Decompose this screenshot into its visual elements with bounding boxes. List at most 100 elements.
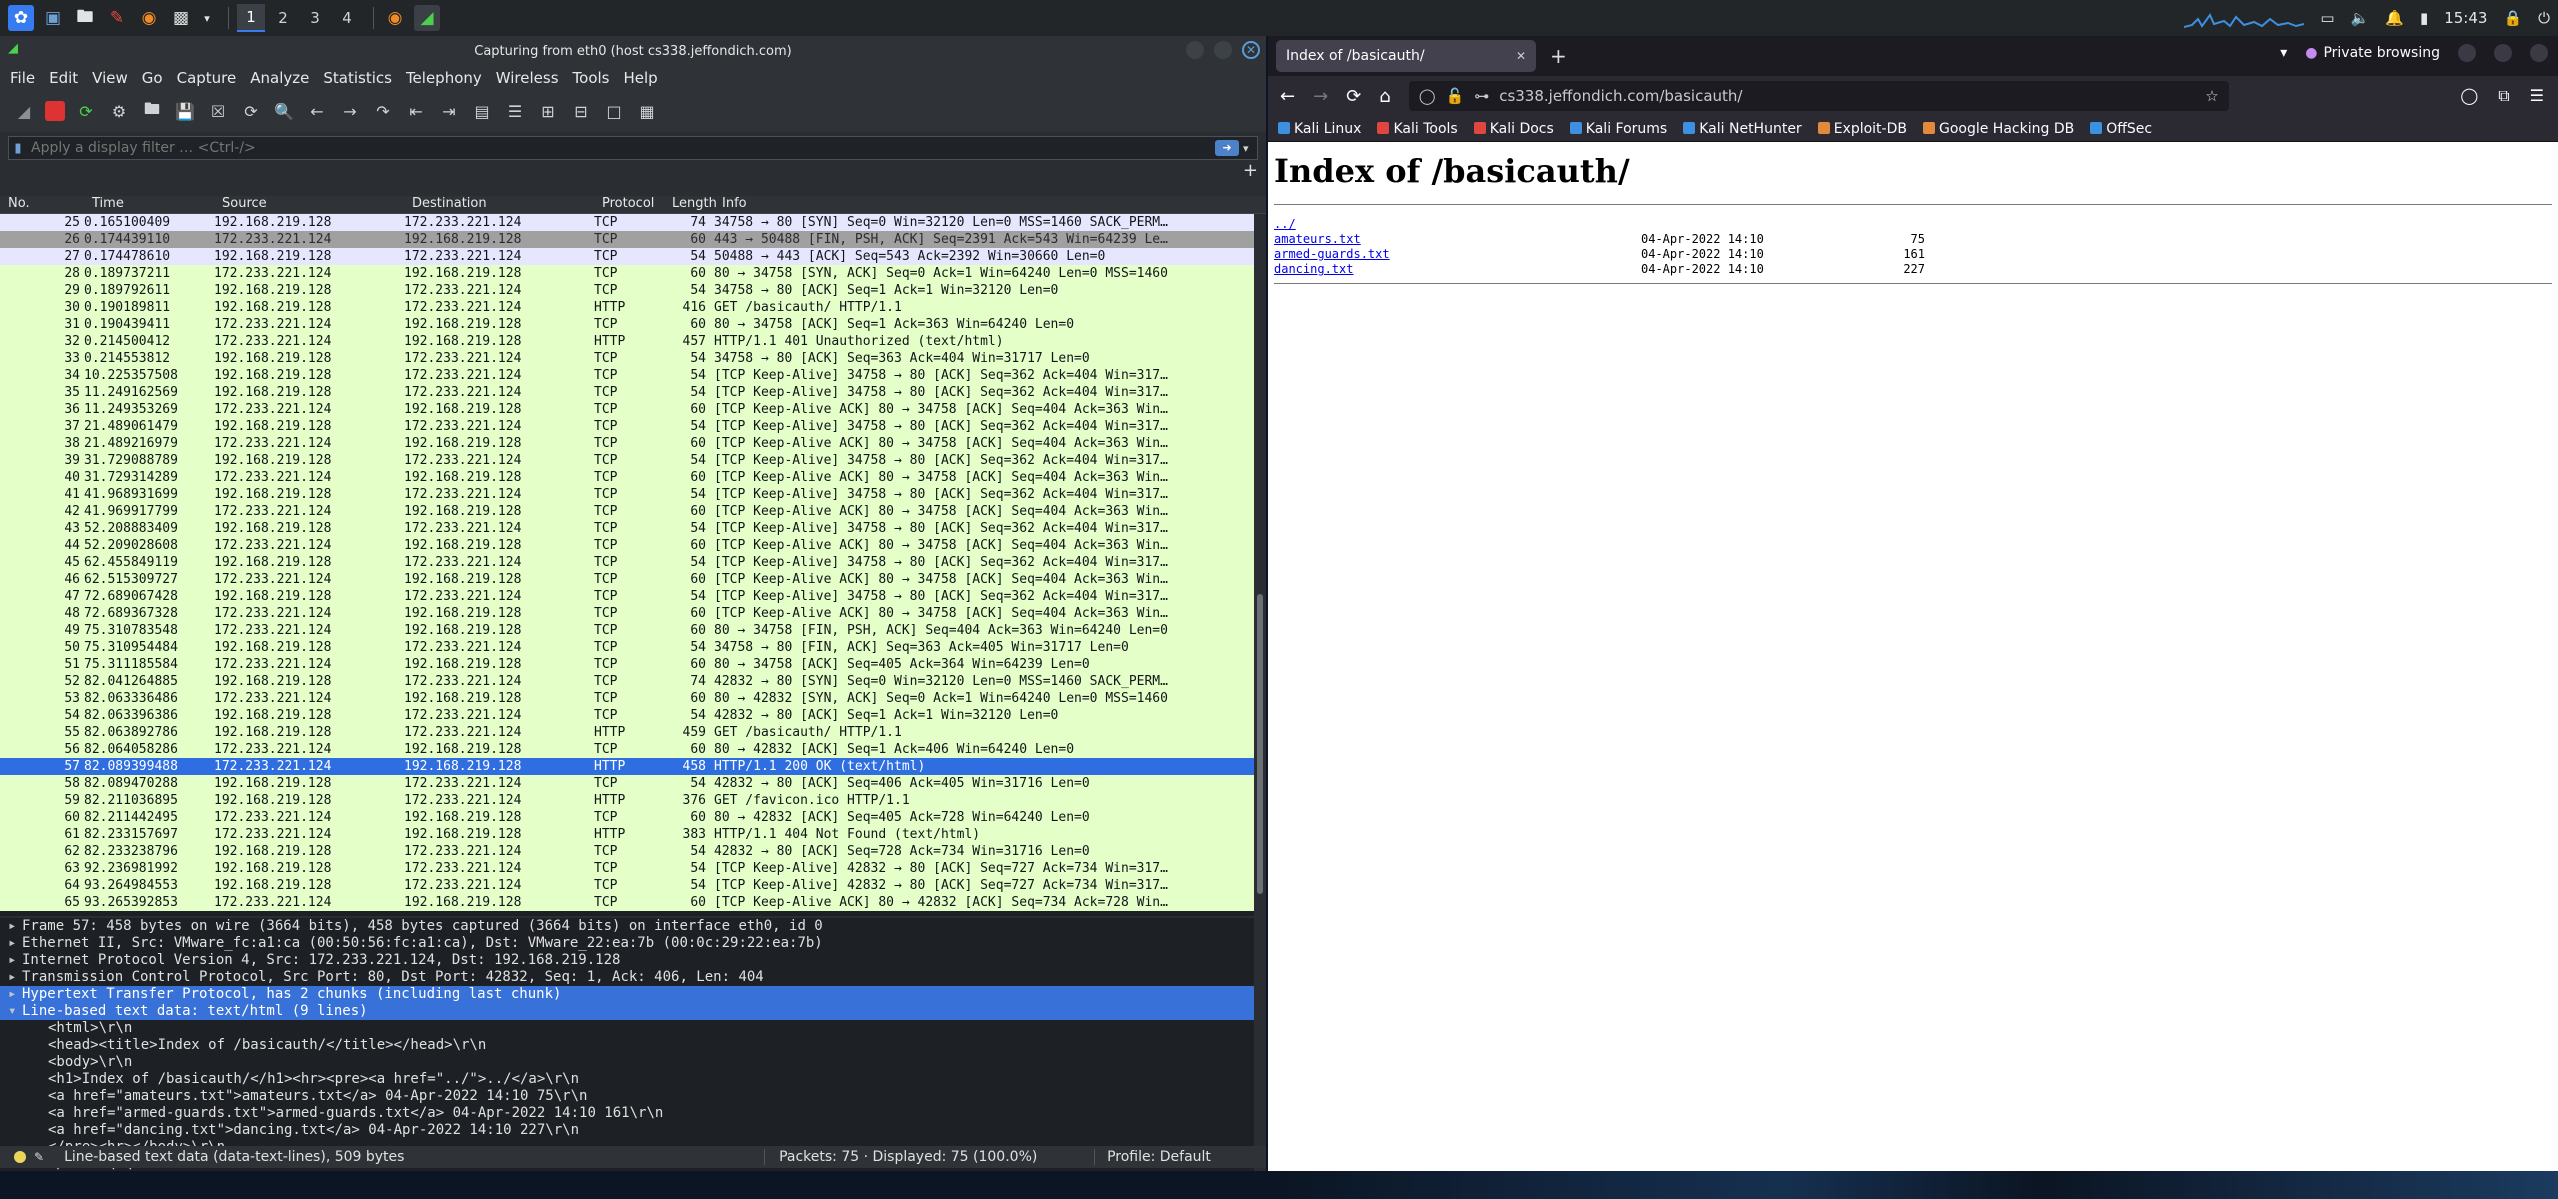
- go-forward-icon[interactable]: →: [338, 99, 362, 123]
- bookmark-google-hacking-db[interactable]: Google Hacking DB: [1922, 121, 2074, 137]
- table-row[interactable]: 38 21.489216979 172.233.221.124 192.168.219…: [0, 435, 1266, 452]
- detail-row[interactable]: ▸ Transmission Control Protocol, Src Port…: [0, 969, 1266, 986]
- table-row[interactable]: 42 41.969917799 172.233.221.124 192.168.219…: [0, 503, 1266, 520]
- table-row[interactable]: 28 0.189737211 172.233.221.124 192.168.219.…: [0, 265, 1266, 282]
- bookmark-kali-nethunter[interactable]: Kali NetHunter: [1683, 121, 1802, 137]
- terminal-icon[interactable]: ▩: [168, 5, 194, 31]
- table-row[interactable]: 59 82.211036895 192.168.219.128 172.233.221…: [0, 792, 1266, 809]
- table-row[interactable]: 29 0.189792611 192.168.219.128 172.233.221.…: [0, 282, 1266, 299]
- forward-icon[interactable]: →: [1313, 86, 1328, 107]
- collapse-arrow-icon[interactable]: ▸: [8, 935, 22, 952]
- menu-capture[interactable]: Capture: [177, 69, 237, 87]
- capture-options-icon[interactable]: ⚙: [107, 99, 131, 123]
- table-row[interactable]: 57 82.089399488 172.233.221.124 192.168.219…: [0, 758, 1266, 775]
- pocket-icon[interactable]: ◯: [2460, 86, 2478, 106]
- file-manager-icon[interactable]: 🖿: [72, 5, 98, 31]
- table-row[interactable]: 60 82.211442495 172.233.221.124 192.168.219…: [0, 809, 1266, 826]
- desktop-icon[interactable]: ▣: [40, 5, 66, 31]
- resize-columns-icon[interactable]: ▦: [635, 99, 659, 123]
- table-row[interactable]: 52 82.041264885 192.168.219.128 172.233.221…: [0, 673, 1266, 690]
- table-row[interactable]: 53 82.063336486 172.233.221.124 192.168.219…: [0, 690, 1266, 707]
- url-text[interactable]: cs338.jeffondich.com/basicauth/: [1499, 87, 1742, 105]
- table-row[interactable]: 55 82.063892786 192.168.219.128 172.233.221…: [0, 724, 1266, 741]
- minimize-button[interactable]: [2458, 44, 2476, 62]
- table-row[interactable]: 30 0.190189811 192.168.219.128 172.233.221.…: [0, 299, 1266, 316]
- table-row[interactable]: 31 0.190439411 172.233.221.124 192.168.219.…: [0, 316, 1266, 333]
- kali-menu-icon[interactable]: ✿: [8, 5, 34, 31]
- table-row[interactable]: 51 75.311185584 172.233.221.124 192.168.219…: [0, 656, 1266, 673]
- detail-row[interactable]: <html>\r\n: [0, 1020, 1266, 1037]
- detail-row[interactable]: <a href="armed-guards.txt">armed-guards.…: [0, 1105, 1266, 1122]
- file-link-amateurs[interactable]: amateurs.txt: [1274, 232, 1361, 246]
- notifications-icon[interactable]: 🔔: [2385, 9, 2404, 27]
- table-row[interactable]: 43 52.208883409 192.168.219.128 172.233.221…: [0, 520, 1266, 537]
- column-no[interactable]: No.: [0, 196, 84, 213]
- go-to-packet-icon[interactable]: ↷: [371, 99, 395, 123]
- column-destination[interactable]: Destination: [404, 196, 594, 213]
- bookmark-exploit-db[interactable]: Exploit-DB: [1817, 121, 1907, 137]
- bookmark-kali-linux[interactable]: Kali Linux: [1278, 121, 1361, 137]
- volume-icon[interactable]: 🔈: [2351, 9, 2370, 27]
- bookmark-star-icon[interactable]: ☆: [2205, 87, 2218, 105]
- firefox-task-icon[interactable]: ◉: [382, 5, 408, 31]
- detail-row[interactable]: ▸ Ethernet II, Src: VMware_fc:a1:ca (00:5…: [0, 935, 1266, 952]
- status-profile[interactable]: Profile: Default: [1094, 1149, 1211, 1165]
- table-row[interactable]: 39 31.729088789 192.168.219.128 172.233.221…: [0, 452, 1266, 469]
- table-row[interactable]: 44 52.209028608 172.233.221.124 192.168.219…: [0, 537, 1266, 554]
- workspace-2[interactable]: 2: [269, 4, 297, 32]
- firefox-icon[interactable]: ◉: [136, 5, 162, 31]
- zoom-out-icon[interactable]: ⊟: [569, 99, 593, 123]
- shield-icon[interactable]: ◯: [1419, 87, 1436, 105]
- table-row[interactable]: 64 93.264984553 192.168.219.128 172.233.221…: [0, 877, 1266, 894]
- bookmark-kali-docs[interactable]: Kali Docs: [1473, 121, 1554, 137]
- scrollbar-thumb[interactable]: [1257, 594, 1263, 894]
- menu-icon[interactable]: ☰: [2530, 86, 2544, 106]
- table-row[interactable]: 63 92.236981992 192.168.219.128 172.233.221…: [0, 860, 1266, 877]
- insecure-lock-icon[interactable]: 🔓: [1446, 87, 1465, 105]
- minimize-button[interactable]: [1186, 41, 1204, 59]
- menu-help[interactable]: Help: [623, 69, 657, 87]
- maximize-button[interactable]: [2494, 44, 2512, 62]
- battery-icon[interactable]: ▮: [2420, 9, 2428, 27]
- permissions-icon[interactable]: ⊶: [1474, 87, 1489, 105]
- table-row[interactable]: 65 93.265392853 172.233.221.124 192.168.219…: [0, 894, 1266, 911]
- chevron-down-icon[interactable]: ▾: [1243, 142, 1257, 155]
- chevron-down-icon[interactable]: ▾: [200, 5, 214, 31]
- text-editor-icon[interactable]: ✎: [104, 5, 130, 31]
- detail-row[interactable]: <h1>Index of /basicauth/</h1><hr><pre><a…: [0, 1071, 1266, 1088]
- go-back-icon[interactable]: ←: [305, 99, 329, 123]
- workspace-4[interactable]: 4: [333, 4, 361, 32]
- menu-go[interactable]: Go: [142, 69, 163, 87]
- last-packet-icon[interactable]: ⇥: [437, 99, 461, 123]
- reload-icon[interactable]: ⟳: [1346, 86, 1361, 107]
- list-tabs-icon[interactable]: ▾: [2280, 45, 2287, 61]
- collapse-arrow-icon[interactable]: ▸: [8, 969, 22, 986]
- detail-row[interactable]: ▾ Line-based text data: text/html (9 line…: [0, 1003, 1266, 1020]
- apply-filter-button[interactable]: ➜: [1215, 140, 1239, 156]
- table-row[interactable]: 34 10.225357508 192.168.219.128 172.233.221…: [0, 367, 1266, 384]
- table-row[interactable]: 48 72.689367328 172.233.221.124 192.168.219…: [0, 605, 1266, 622]
- bookmark-kali-forums[interactable]: Kali Forums: [1569, 121, 1667, 137]
- display-icon[interactable]: ▭: [2320, 9, 2334, 27]
- new-tab-button[interactable]: +: [1550, 44, 1567, 68]
- reload-file-icon[interactable]: ⟳: [239, 99, 263, 123]
- power-icon[interactable]: ⏻: [2538, 9, 2550, 27]
- lock-icon[interactable]: 🔒: [2503, 9, 2522, 27]
- display-filter-input[interactable]: [27, 140, 1215, 156]
- colorize-icon[interactable]: ☰: [503, 99, 527, 123]
- column-info[interactable]: Info: [714, 196, 1254, 213]
- table-row[interactable]: 47 72.689067428 192.168.219.128 172.233.221…: [0, 588, 1266, 605]
- table-row[interactable]: 27 0.174478610 192.168.219.128 172.233.221.…: [0, 248, 1266, 265]
- find-packet-icon[interactable]: 🔍: [272, 99, 296, 123]
- edit-comment-icon[interactable]: ✎: [34, 1150, 44, 1164]
- table-row[interactable]: 25 0.165100409 192.168.219.128 172.233.221.…: [0, 214, 1266, 231]
- detail-row[interactable]: <body>\r\n: [0, 1054, 1266, 1071]
- menu-edit[interactable]: Edit: [49, 69, 78, 87]
- detail-row[interactable]: <a href="dancing.txt">dancing.txt</a> 04…: [0, 1122, 1266, 1139]
- wireshark-task-icon[interactable]: ◢: [414, 5, 440, 31]
- extensions-icon[interactable]: ⧉: [2498, 86, 2509, 106]
- start-capture-icon[interactable]: ◢: [12, 99, 36, 123]
- tab-index-basicauth[interactable]: Index of /basicauth/ ✕: [1276, 40, 1536, 72]
- file-link-armed-guards[interactable]: armed-guards.txt: [1274, 247, 1390, 261]
- workspace-1[interactable]: 1: [237, 4, 265, 32]
